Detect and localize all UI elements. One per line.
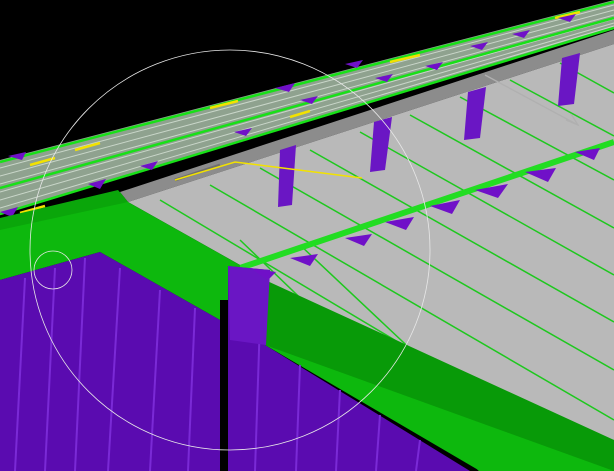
3d-viewport[interactable] <box>0 0 614 471</box>
model-scene[interactable] <box>0 0 614 471</box>
wall-pilaster[interactable] <box>228 266 270 345</box>
